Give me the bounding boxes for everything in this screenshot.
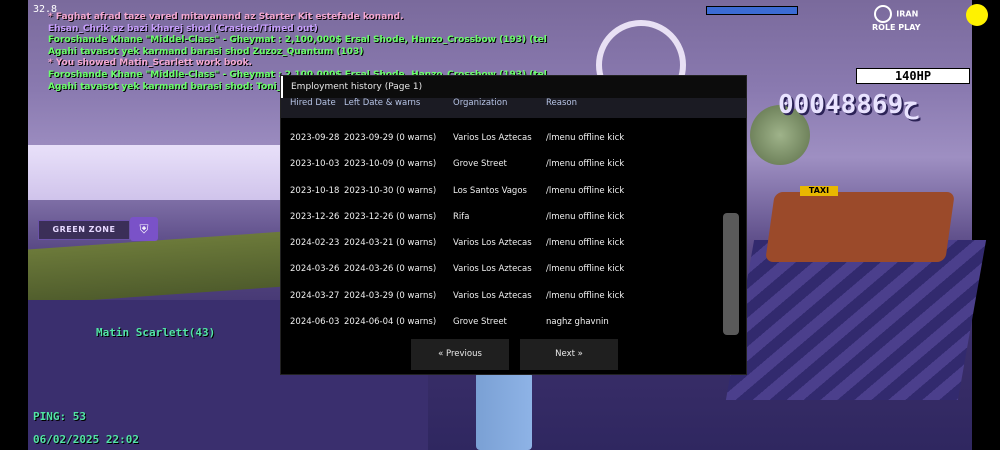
history-list: 2023-09-28 2023-09-29 (0 warns) Varios Los… <box>281 125 721 335</box>
screen-border-right <box>972 0 1000 450</box>
logo-line-2: ROLE PLAY <box>872 23 921 32</box>
organization: Varios Los Aztecas <box>453 238 532 249</box>
background-grass <box>28 230 298 305</box>
hp-display: 140HP <box>856 68 970 84</box>
left-date: 2023-12-26 (0 warns) <box>344 211 437 222</box>
money-display: ح00048869 <box>778 90 919 120</box>
table-row[interactable]: 2023-10-03 2023-10-09 (0 warns) Grove Stre… <box>281 151 721 177</box>
taxi-car <box>765 192 955 262</box>
hired-date: 2024-03-26 <box>290 264 340 275</box>
table-header: Hired Date Left Date & warns Organizatio… <box>281 98 746 118</box>
reason: /lmenu offline kick <box>546 211 625 222</box>
logo-line-1: IRAN <box>896 9 919 19</box>
screen-border-left <box>0 0 28 450</box>
dialog-title: Employment history (Page 1) <box>281 76 746 98</box>
table-row[interactable]: 2023-12-26 2023-12-26 (0 warns) Rifa/lmenu… <box>281 204 721 230</box>
left-date: 2024-03-21 (0 warns) <box>344 238 437 249</box>
health-bar-fill <box>707 7 797 14</box>
table-row[interactable]: 2024-06-03 2024-06-04 (0 warns) Grove Stre… <box>281 309 721 335</box>
status-indicator-icon <box>966 4 988 26</box>
reason: /lmenu offline kick <box>546 264 625 275</box>
header-reason: Reason <box>546 98 577 108</box>
left-date: 2024-03-29 (0 warns) <box>344 290 437 301</box>
left-date: 2023-10-30 (0 warns) <box>344 185 437 196</box>
date-time: 06/02/2025 22:02 <box>33 433 139 446</box>
reason: /lmenu offline kick <box>546 290 625 301</box>
taxi-sign: TAXI <box>800 186 838 196</box>
green-zone-label: GREEN ZONE <box>38 220 130 240</box>
hired-date: 2024-03-27 <box>290 290 340 301</box>
reason: /lmenu offline kick <box>546 133 625 143</box>
shield-icon[interactable]: ⛨ <box>130 217 158 241</box>
parking-lot <box>725 240 987 400</box>
header-hired-date: Hired Date <box>290 98 336 108</box>
table-row[interactable]: 2024-02-23 2024-03-21 (0 warns) Varios Los… <box>281 230 721 256</box>
hired-date: 2024-02-23 <box>290 238 340 249</box>
organization: Rifa <box>453 211 470 222</box>
hired-date: 2024-06-03 <box>290 317 340 328</box>
table-row[interactable]: 2024-03-27 2024-03-29 (0 warns) Varios Los… <box>281 283 721 309</box>
ping-display: PING: 53 <box>33 410 86 423</box>
chat-line: Foroshande Khane "Middel-Class" - Gheyma… <box>48 35 548 46</box>
reason: /lmenu offline kick <box>546 238 625 249</box>
player-name-tag: Matin Scarlett(43) <box>96 326 216 339</box>
left-date: 2023-10-09 (0 warns) <box>344 159 437 170</box>
chat-line: * Faghat afrad taze vared mitavanand az … <box>48 12 404 22</box>
server-logo: IRAN ROLE PLAY <box>872 5 921 33</box>
header-organization: Organization <box>453 98 508 108</box>
player-character <box>476 372 532 450</box>
table-row[interactable]: 2023-10-18 2023-10-30 (0 warns) Los Santos… <box>281 178 721 204</box>
health-bar <box>706 6 798 15</box>
hired-date: 2023-10-18 <box>290 185 340 196</box>
organization: Varios Los Aztecas <box>453 133 532 143</box>
scrollbar[interactable] <box>721 118 741 341</box>
organization: Los Santos Vagos <box>453 185 527 196</box>
table-row[interactable]: 2023-09-28 2023-09-29 (0 warns) Varios Los… <box>281 125 721 151</box>
organization: Varios Los Aztecas <box>453 264 532 275</box>
left-date: 2024-03-26 (0 warns) <box>344 264 437 275</box>
reason: naghz ghavnin <box>546 317 609 328</box>
left-date: 2023-09-29 (0 warns) <box>344 133 437 143</box>
logo-icon <box>874 5 893 23</box>
money-amount: 00048869 <box>778 90 904 120</box>
chat-line: Ehsan_Chrik az bazi kharej shod (Crashed… <box>48 23 318 34</box>
employment-history-dialog: Employment history (Page 1) Hired Date L… <box>280 75 747 375</box>
hired-date: 2023-12-26 <box>290 211 340 222</box>
table-row[interactable]: 2024-03-26 2024-03-26 (0 warns) Varios Los… <box>281 256 721 282</box>
reason: /lmenu offline kick <box>546 185 625 196</box>
left-date: 2024-06-04 (0 warns) <box>344 317 437 328</box>
header-left-date: Left Date & warns <box>344 98 421 108</box>
organization: Varios Los Aztecas <box>453 290 532 301</box>
reason: /lmenu offline kick <box>546 159 625 170</box>
next-page-button[interactable]: Next » <box>520 339 618 370</box>
background-wall <box>28 145 288 200</box>
organization: Grove Street <box>453 317 507 328</box>
chat-line: * You showed Matin_Scarlett work book. <box>48 58 253 69</box>
money-prefix: ح <box>903 90 919 120</box>
previous-page-button[interactable]: « Previous <box>411 339 509 370</box>
organization: Grove Street <box>453 159 507 170</box>
hired-date: 2023-10-03 <box>290 159 340 170</box>
hired-date: 2023-09-28 <box>290 133 340 143</box>
chat-line: Agahi tavasot yek karmand barasi shod Zu… <box>48 46 364 57</box>
scrollbar-thumb[interactable] <box>723 213 739 335</box>
